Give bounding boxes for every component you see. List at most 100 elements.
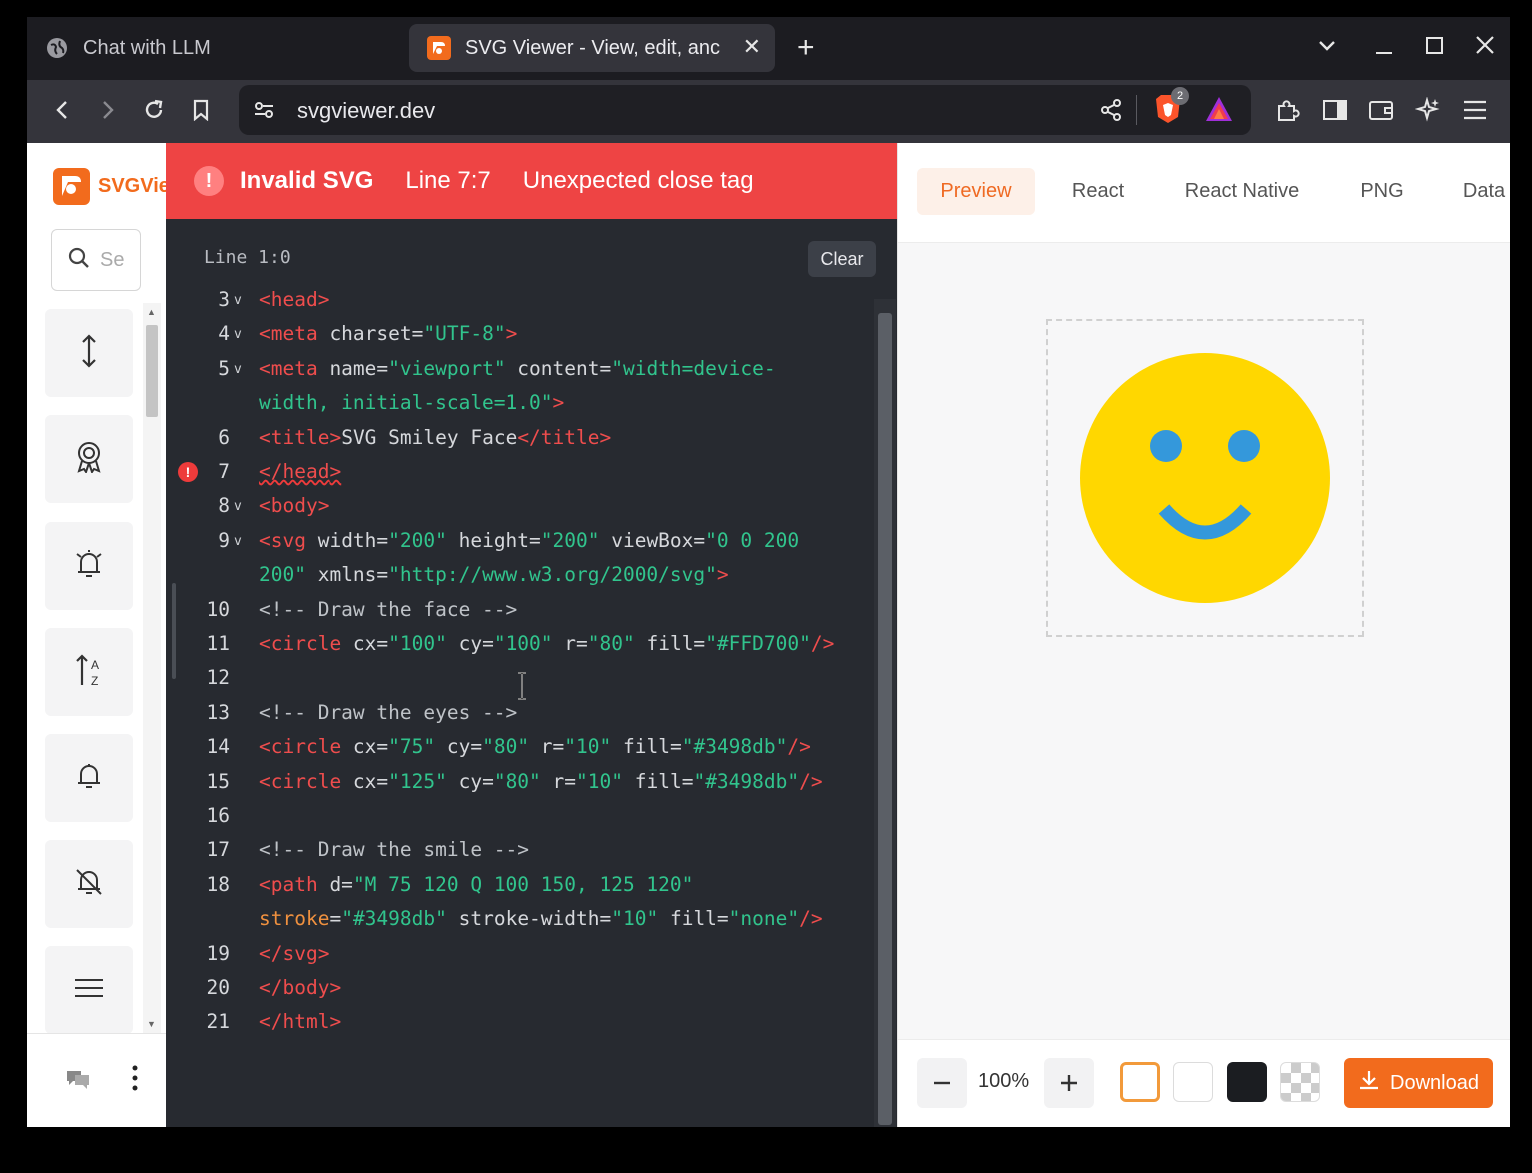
browser-window: Chat with LLM SVG Viewer - View, edit, a… [27, 17, 1510, 1127]
error-alert-icon: ! [194, 166, 224, 196]
sidebar-toggle-icon[interactable] [1317, 92, 1353, 128]
code-line[interactable]: </html> [259, 1010, 341, 1033]
new-tab-button[interactable]: + [797, 33, 815, 63]
more-options-icon[interactable] [131, 1064, 139, 1097]
feedback-chat-icon[interactable] [65, 1068, 91, 1095]
tab-react-native[interactable]: React Native [1170, 168, 1314, 215]
scroll-up-arrow-icon[interactable]: ▲ [147, 307, 156, 317]
code-line[interactable]: </head> [259, 460, 341, 483]
menu-icon [74, 977, 104, 1004]
zoom-in-button[interactable] [1044, 1058, 1094, 1108]
tool-search-input[interactable]: Se [51, 229, 141, 291]
cursor-position: Line 1:0 [204, 247, 291, 268]
fold-chevron-icon[interactable]: v [234, 293, 242, 308]
bookmark-icon[interactable] [183, 92, 219, 128]
editor-left-scroll-indicator [172, 583, 176, 679]
svg-text:A: A [91, 658, 99, 672]
tool-alarm[interactable] [45, 522, 133, 610]
logo-text: SVGVie [98, 175, 170, 197]
code-line[interactable]: <body> [259, 494, 329, 517]
close-window-button[interactable] [1475, 33, 1495, 63]
tab-png[interactable]: PNG [1342, 168, 1422, 215]
code-line[interactable]: <!-- Draw the smile --> [259, 838, 529, 861]
tab-react[interactable]: React [1053, 168, 1143, 215]
leo-ai-icon[interactable] [1410, 92, 1446, 128]
address-bar[interactable]: svgviewer.dev 2 [239, 85, 1251, 135]
code-line[interactable]: <meta charset="UTF-8"> [259, 322, 517, 345]
editor-scrollbar-thumb[interactable] [878, 313, 892, 1125]
line-number: 17 [206, 838, 230, 862]
tab-svg-viewer[interactable]: SVG Viewer - View, edit, anc ✕ [409, 24, 775, 72]
code-line[interactable]: <path d="M 75 120 Q 100 150, 125 120" [259, 873, 693, 896]
sidebar-scrollbar[interactable]: ▲ ▼ [143, 303, 161, 1033]
code-line-wrap[interactable]: width, initial-scale=1.0"> [259, 391, 564, 414]
fold-chevron-icon[interactable]: v [234, 362, 242, 377]
line-error-icon[interactable]: ! [178, 462, 198, 482]
line-number: 16 [206, 804, 230, 827]
tab-chat-with-llm[interactable]: Chat with LLM [27, 24, 397, 72]
app-logo[interactable]: SVGVie [53, 168, 170, 205]
download-button[interactable]: Download [1344, 1058, 1493, 1108]
maximize-button[interactable] [1425, 33, 1445, 63]
minimize-button[interactable] [1374, 33, 1394, 63]
code-line[interactable]: <circle cx="75" cy="80" r="10" fill="#34… [259, 735, 811, 758]
forward-icon[interactable] [90, 92, 126, 128]
code-line[interactable]: <svg width="200" height="200" viewBox="0… [259, 529, 799, 552]
tool-award[interactable] [45, 415, 133, 503]
fold-chevron-icon[interactable]: v [234, 499, 242, 514]
error-message: Unexpected close tag [522, 167, 754, 194]
back-icon[interactable] [44, 92, 80, 128]
scrollbar-thumb[interactable] [146, 325, 158, 417]
fold-chevron-icon[interactable]: v [234, 327, 242, 342]
divider [1136, 95, 1137, 125]
line-number: 8 [218, 494, 230, 518]
reload-icon[interactable] [136, 92, 172, 128]
code-line-wrap[interactable]: 200" xmlns="http://www.w3.org/2000/svg"> [259, 563, 729, 586]
tool-menu[interactable] [45, 946, 133, 1034]
code-line[interactable]: </body> [259, 976, 341, 999]
tool-bell-off[interactable] [45, 840, 133, 928]
page-content: SVGVie Se A Z ▲ ▼ ! Invalid SVG Line 7:7… [27, 143, 1510, 1127]
code-line-wrap[interactable]: stroke="#3498db" stroke-width="10" fill=… [259, 907, 823, 930]
text-cursor-icon [516, 671, 528, 706]
tool-sort-az[interactable]: AZ [45, 628, 133, 716]
brave-rewards-icon[interactable] [1204, 95, 1234, 128]
bg-transparent-swatch[interactable] [1120, 1062, 1160, 1102]
fold-chevron-icon[interactable]: v [234, 534, 242, 549]
tab-list-chevron-icon[interactable] [1317, 33, 1337, 63]
main-menu-icon[interactable] [1457, 92, 1493, 128]
tab-strip: Chat with LLM SVG Viewer - View, edit, a… [27, 17, 1510, 80]
bg-white-swatch[interactable] [1173, 1062, 1213, 1102]
tab-preview[interactable]: Preview [917, 168, 1035, 215]
sort-az-icon: AZ [74, 653, 104, 692]
code-line[interactable]: <head> [259, 288, 329, 311]
code-line[interactable]: <circle cx="125" cy="80" r="10" fill="#3… [259, 770, 823, 793]
zoom-out-button[interactable] [917, 1058, 967, 1108]
code-line[interactable]: <circle cx="100" cy="100" r="80" fill="#… [259, 632, 834, 655]
code-line[interactable]: <title>SVG Smiley Face</title> [259, 426, 611, 449]
tab-data[interactable]: Data [1448, 168, 1510, 215]
bg-black-swatch[interactable] [1227, 1062, 1267, 1102]
code-editor[interactable]: ! Invalid SVG Line 7:7 Unexpected close … [166, 143, 897, 1127]
tool-bell[interactable] [45, 734, 133, 822]
preview-controls: 100% Download [898, 1039, 1510, 1127]
code-line[interactable]: <!-- Draw the eyes --> [259, 701, 517, 724]
error-position: Line 7:7 [405, 167, 491, 194]
tool-arrows-vertical[interactable] [45, 309, 133, 397]
site-settings-icon[interactable] [253, 99, 275, 126]
close-tab-icon[interactable]: ✕ [743, 34, 761, 60]
clear-button[interactable]: Clear [808, 241, 876, 277]
code-line[interactable]: <!-- Draw the face --> [259, 598, 517, 621]
share-icon[interactable] [1099, 98, 1123, 127]
line-number: 6 [218, 425, 230, 449]
code-line[interactable]: </svg> [259, 942, 329, 965]
wallet-icon[interactable] [1363, 92, 1399, 128]
scroll-down-arrow-icon[interactable]: ▼ [147, 1019, 156, 1029]
preview-tabs: Preview React React Native PNG Data [898, 143, 1510, 243]
svg-canvas[interactable] [1046, 319, 1364, 637]
editor-scrollbar[interactable] [874, 299, 896, 1127]
bg-checkerboard-swatch[interactable] [1280, 1062, 1320, 1102]
code-line[interactable]: <meta name="viewport" content="width=dev… [259, 357, 776, 380]
arrows-vertical-icon [79, 333, 99, 373]
extensions-icon[interactable] [1270, 92, 1306, 128]
